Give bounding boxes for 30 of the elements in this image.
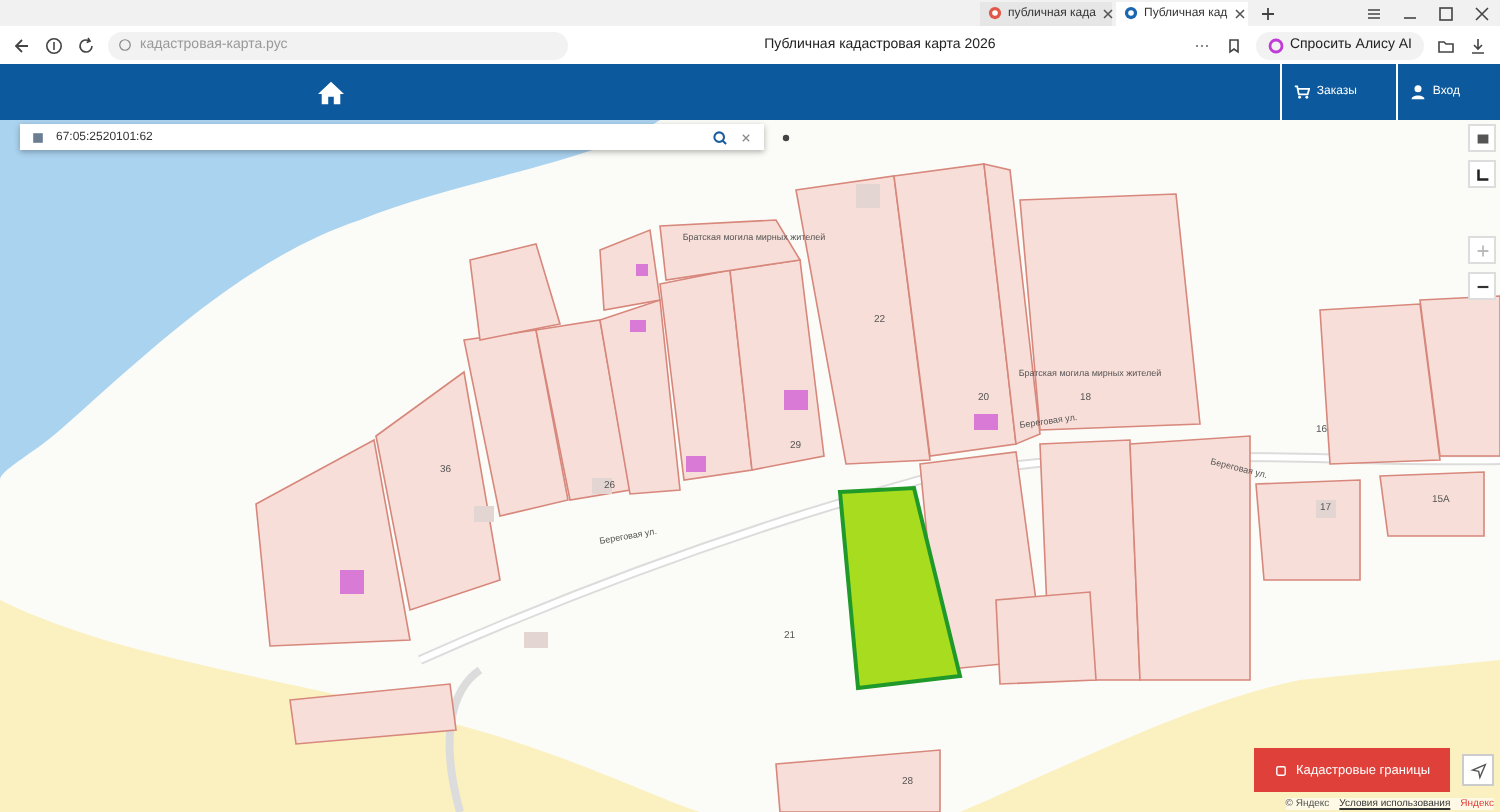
arrow-icon xyxy=(1469,761,1487,779)
ring-icon xyxy=(1267,37,1284,53)
user-icon xyxy=(1410,84,1427,100)
cart-icon xyxy=(1294,84,1311,100)
layers-button[interactable] xyxy=(1468,124,1496,152)
home-icon[interactable] xyxy=(316,79,346,105)
close-icon[interactable] xyxy=(1101,7,1114,19)
new-tab-icon[interactable] xyxy=(1260,5,1276,21)
maximize-icon[interactable] xyxy=(1436,3,1456,23)
search-icon[interactable] xyxy=(712,129,728,145)
download-icon[interactable] xyxy=(1468,35,1488,55)
zoom-out-button[interactable] xyxy=(1468,272,1496,300)
reload-icon[interactable] xyxy=(76,35,96,55)
clear-icon[interactable] xyxy=(738,129,754,145)
close-icon[interactable] xyxy=(1233,7,1246,19)
site-icon xyxy=(988,6,1002,20)
back-icon[interactable] xyxy=(12,35,32,55)
close-icon[interactable] xyxy=(1472,3,1492,23)
bookmark-icon[interactable] xyxy=(1223,35,1244,55)
dot-icon[interactable] xyxy=(778,130,794,146)
menu-icon[interactable] xyxy=(1364,3,1384,23)
selected-parcel[interactable] xyxy=(837,485,963,691)
locate-button[interactable] xyxy=(1462,754,1494,786)
plus-icon xyxy=(1473,241,1491,259)
folder-icon[interactable] xyxy=(1436,35,1456,55)
layers-icon[interactable] xyxy=(30,129,46,145)
corner-icon xyxy=(1473,165,1491,183)
square-icon xyxy=(1273,763,1288,777)
measure-button[interactable] xyxy=(1468,160,1496,188)
layers-icon xyxy=(1473,129,1491,147)
